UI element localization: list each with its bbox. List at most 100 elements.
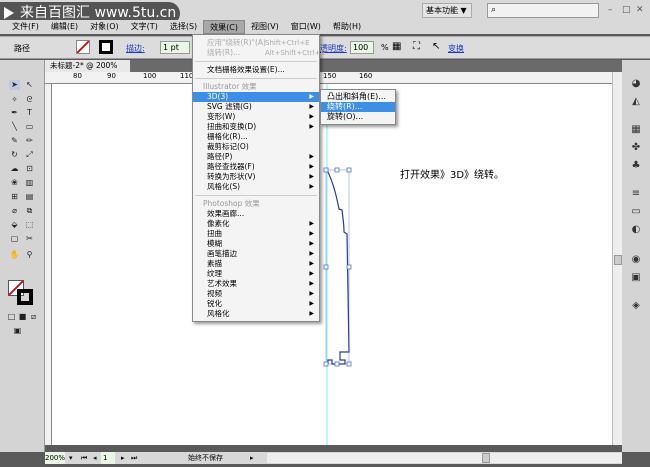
live-paint-icon[interactable]: ⬙ [9, 220, 20, 230]
menu-select[interactable]: 选择(S) [164, 20, 203, 34]
minimize-button[interactable]: – [608, 5, 613, 15]
vertical-scrollbar[interactable] [612, 72, 622, 445]
menu-item-rasterize[interactable]: 栅格化(R)... [193, 132, 319, 142]
graph-tool-icon[interactable]: ▥ [24, 178, 35, 188]
menu-item-distort[interactable]: 扭曲 ▶ [193, 229, 319, 239]
menu-effect[interactable]: 效果(C) [203, 20, 245, 34]
menu-item-doc-raster-settings[interactable]: 文档栅格效果设置(E)... [193, 65, 319, 75]
slice-tool-icon[interactable]: ✂ [24, 234, 35, 244]
menu-item-pathfinder[interactable]: 路径查找器(F) ▶ [193, 162, 319, 172]
workspace-switcher[interactable]: 基本功能 ▼ [422, 3, 472, 18]
pen-tool-icon[interactable]: ✒ [9, 108, 20, 118]
warp-tool-icon[interactable]: ☁ [9, 164, 20, 174]
stroke-color-box[interactable] [17, 289, 33, 305]
page-input[interactable]: 1 [101, 452, 115, 464]
horizontal-scrollbar[interactable] [267, 453, 622, 463]
status-text[interactable]: 始终不保存 [188, 452, 223, 464]
live-paint-select-icon[interactable]: ⬚ [24, 220, 35, 230]
stroke-link[interactable]: 描边: [126, 43, 145, 54]
scale-tool-icon[interactable]: ⤢ [24, 150, 35, 160]
status-menu-icon[interactable]: ▸ [250, 452, 254, 464]
menu-item-sharpen[interactable]: 锐化 ▶ [193, 299, 319, 309]
menu-edit[interactable]: 编辑(E) [45, 20, 84, 34]
gradient-tool-icon[interactable]: ▤ [24, 192, 35, 202]
graphic-styles-icon[interactable]: ▣ [629, 272, 643, 284]
rotate-tool-icon[interactable]: ↻ [9, 150, 20, 160]
menu-view[interactable]: 视图(V) [245, 20, 285, 34]
hscroll-thumb[interactable] [482, 453, 490, 463]
menu-item-crop-marks[interactable]: 裁剪标记(O) [193, 142, 319, 152]
menu-item-brush-strokes[interactable]: 画笔描边 ▶ [193, 249, 319, 259]
menu-file[interactable]: 文件(F) [6, 20, 45, 34]
menu-item-sketch[interactable]: 素描 ▶ [193, 259, 319, 269]
stroke-weight-input[interactable]: 1 pt [160, 41, 190, 54]
menu-item-path[interactable]: 路径(P) ▶ [193, 152, 319, 162]
symbol-sprayer-icon[interactable]: ❀ [9, 178, 20, 188]
color-guide-icon[interactable]: ◭ [629, 96, 643, 108]
zoom-tool-icon[interactable]: ⚲ [24, 250, 35, 260]
align-icon[interactable]: ▦ [392, 41, 401, 52]
artboard-tool-icon[interactable]: ▢ [9, 234, 20, 244]
brushes-icon[interactable]: ✤ [629, 142, 643, 154]
pencil-tool-icon[interactable]: ✏ [24, 136, 35, 146]
last-page-icon[interactable]: ⏭ [131, 452, 137, 464]
document-tab[interactable]: 未标题-2* @ 200% (RGB/预览) × [45, 60, 130, 82]
first-page-icon[interactable]: ⏮ [81, 452, 87, 464]
scroll-thumb[interactable] [614, 255, 622, 265]
menu-item-artistic[interactable]: 艺术效果 ▶ [193, 279, 319, 289]
transform-link[interactable]: 变换 [448, 43, 464, 54]
none-mode-icon[interactable]: ⧄ [28, 312, 39, 322]
symbols-icon[interactable]: ♣ [629, 160, 643, 172]
color-panel-icon[interactable]: ◕ [629, 78, 643, 90]
swatches-icon[interactable]: ▦ [629, 124, 643, 136]
screen-mode-icon[interactable]: ▣ [12, 326, 23, 336]
menu-item-blur[interactable]: 模糊 ▶ [193, 239, 319, 249]
appearance-icon[interactable]: ◉ [629, 254, 643, 266]
rectangle-tool-icon[interactable]: ▭ [24, 122, 35, 132]
stroke-swatch[interactable] [99, 40, 113, 54]
next-page-icon[interactable]: ▸ [121, 452, 125, 464]
menu-item-revolve[interactable]: 绕转(R)... [321, 102, 395, 112]
blend-tool-icon[interactable]: ⧉ [24, 206, 35, 216]
menu-item-extrude-bevel[interactable]: 凸出和斜角(E)... [321, 92, 395, 102]
hand-tool-icon[interactable]: ✋ [9, 250, 20, 260]
menu-help[interactable]: 帮助(H) [327, 20, 367, 34]
menu-item-distort-transform[interactable]: 扭曲和变换(D) ▶ [193, 122, 319, 132]
isolate-icon[interactable]: ⛶ [413, 41, 420, 52]
zoom-dropdown-icon[interactable]: ▾ [69, 452, 73, 464]
menu-item-rotate[interactable]: 旋转(O)... [321, 112, 395, 122]
gradient-panel-icon[interactable]: ▭ [629, 206, 643, 218]
prev-page-icon[interactable]: ◂ [93, 452, 97, 464]
close-button[interactable]: ✕ [636, 5, 644, 15]
stroke-panel-icon[interactable]: ≡ [629, 188, 643, 200]
menu-item-ps-stylize[interactable]: 风格化 ▶ [193, 309, 319, 319]
menu-type[interactable]: 文字(T) [125, 20, 164, 34]
mesh-tool-icon[interactable]: ⊞ [9, 192, 20, 202]
lasso-icon[interactable]: ᘓ [24, 95, 35, 105]
layers-icon[interactable]: ◈ [629, 300, 643, 312]
eyedropper-icon[interactable]: ⌀ [9, 206, 20, 216]
menu-object[interactable]: 对象(O) [84, 20, 125, 34]
brush-tool-icon[interactable]: ✎ [9, 136, 20, 146]
color-mode-icon[interactable]: □ [6, 312, 17, 322]
transparency-icon[interactable]: ◐ [629, 224, 643, 236]
opacity-input[interactable]: 100 [350, 41, 374, 54]
menu-item-video[interactable]: 视频 ▶ [193, 289, 319, 299]
menu-item-warp[interactable]: 变形(W) ▶ [193, 112, 319, 122]
menu-item-texture[interactable]: 纹理 ▶ [193, 269, 319, 279]
menu-window[interactable]: 窗口(W) [285, 20, 327, 34]
menu-item-svg-filters[interactable]: SVG 滤镜(G) ▶ [193, 102, 319, 112]
search-input[interactable]: ⌕ [487, 3, 599, 18]
line-tool-icon[interactable]: ╲ [9, 122, 20, 132]
menu-item-effect-gallery[interactable]: 效果画廊... [193, 209, 319, 219]
type-tool-icon[interactable]: T [24, 108, 35, 118]
menu-item-3d[interactable]: 3D(3) ▶ [193, 92, 319, 102]
maximize-button[interactable]: □ [622, 5, 631, 15]
menu-item-pixelate[interactable]: 像素化 ▶ [193, 219, 319, 229]
gradient-mode-icon[interactable]: ■ [17, 312, 28, 322]
select-similar-icon[interactable]: ↖ [432, 41, 440, 52]
free-transform-icon[interactable]: ⊡ [24, 164, 35, 174]
artboard-canvas[interactable]: 打开效果》3D》绕转。 [52, 84, 612, 445]
zoom-input[interactable]: 200% [45, 452, 65, 464]
menu-item-stylize[interactable]: 风格化(S) ▶ [193, 182, 319, 192]
